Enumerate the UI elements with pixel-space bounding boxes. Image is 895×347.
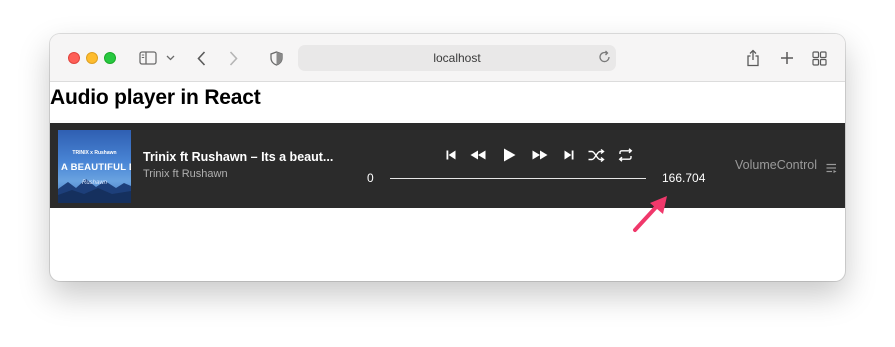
url-text: localhost	[433, 51, 481, 65]
forward-icon[interactable]	[226, 47, 240, 69]
reload-icon[interactable]	[598, 50, 612, 66]
close-window-button[interactable]	[68, 52, 80, 64]
mountain-artwork	[58, 179, 131, 203]
plus-icon[interactable]	[778, 47, 796, 69]
skip-end-icon[interactable]	[562, 147, 576, 163]
cover-signature: Rushawn	[81, 180, 107, 186]
skip-start-icon[interactable]	[444, 147, 458, 163]
album-cover: TRINIX x Rushawn S A BEAUTIFUL D Rushawn	[58, 130, 131, 203]
browser-toolbar: localhost	[50, 34, 845, 82]
track-artist: Trinix ft Rushawn	[143, 168, 228, 180]
browser-window: localhost Audio player in React TRINIX x…	[50, 34, 845, 281]
zoom-window-button[interactable]	[104, 52, 116, 64]
shield-icon[interactable]	[268, 47, 284, 69]
audio-player: TRINIX x Rushawn S A BEAUTIFUL D Rushawn…	[50, 123, 845, 208]
sidebar-icon[interactable]	[138, 47, 158, 69]
minimize-window-button[interactable]	[86, 52, 98, 64]
volume-list-icon[interactable]	[826, 160, 837, 178]
address-bar[interactable]: localhost	[298, 45, 616, 71]
page-title: Audio player in React	[50, 86, 261, 109]
rewind-icon[interactable]	[468, 147, 488, 163]
back-icon[interactable]	[194, 47, 208, 69]
duration: 166.704	[662, 171, 706, 185]
progress-bar[interactable]	[390, 178, 646, 179]
tabs-grid-icon[interactable]	[810, 47, 828, 69]
fast-forward-icon[interactable]	[530, 147, 550, 163]
share-icon[interactable]	[745, 47, 761, 69]
annotation-arrow-icon	[633, 196, 667, 232]
track-title: Trinix ft Rushawn – Its a beaut...	[143, 150, 334, 164]
cover-top-text: TRINIX x Rushawn	[72, 150, 117, 156]
chevron-down-icon[interactable]	[164, 47, 176, 69]
play-icon[interactable]	[500, 147, 518, 163]
repeat-icon[interactable]	[615, 147, 635, 163]
shuffle-icon[interactable]	[586, 147, 606, 163]
current-time: 0	[367, 171, 374, 185]
cover-main-text: S A BEAUTIFUL D	[58, 162, 131, 173]
volume-control[interactable]: VolumeControl	[735, 158, 817, 172]
